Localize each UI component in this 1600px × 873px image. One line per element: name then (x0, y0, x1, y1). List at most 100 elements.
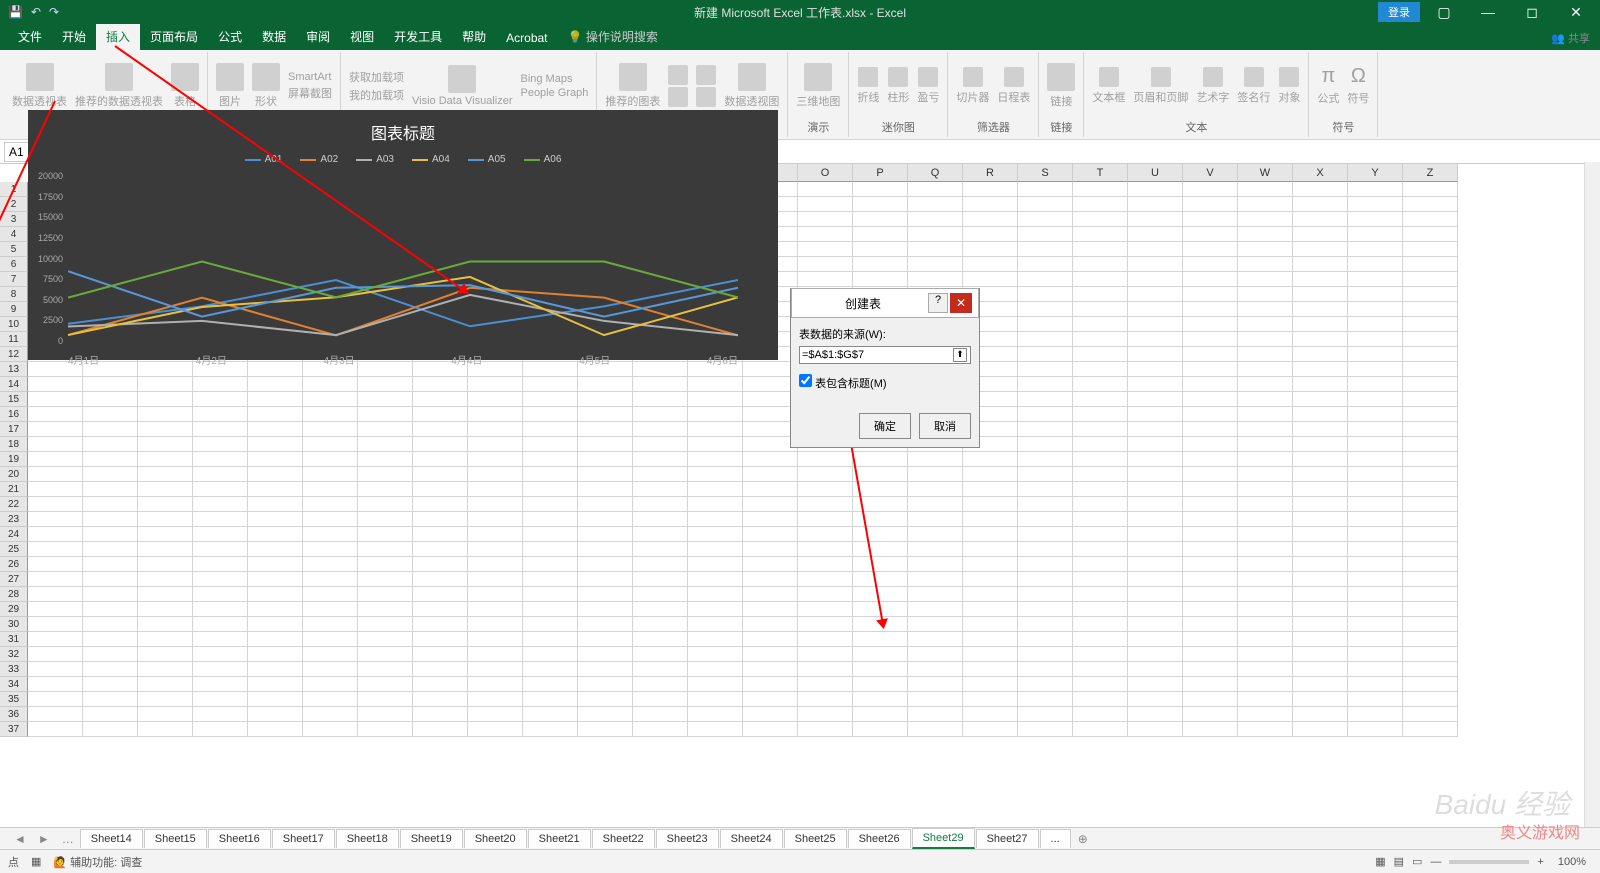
tab-file[interactable]: 文件 (8, 23, 52, 50)
cell[interactable] (1403, 242, 1458, 257)
cell[interactable] (1348, 257, 1403, 272)
cell[interactable] (1403, 602, 1458, 617)
cell[interactable] (523, 677, 578, 692)
cell[interactable] (83, 407, 138, 422)
cell[interactable] (138, 662, 193, 677)
cell[interactable] (358, 452, 413, 467)
cell[interactable] (523, 587, 578, 602)
cell[interactable] (358, 617, 413, 632)
cell[interactable] (1348, 587, 1403, 602)
cell[interactable] (1183, 452, 1238, 467)
cell[interactable] (413, 677, 468, 692)
cell[interactable] (963, 497, 1018, 512)
cell[interactable] (1238, 722, 1293, 737)
cell[interactable] (303, 707, 358, 722)
cell[interactable] (1238, 272, 1293, 287)
cell[interactable] (83, 647, 138, 662)
cell[interactable] (83, 392, 138, 407)
cell[interactable] (908, 182, 963, 197)
cell[interactable] (633, 617, 688, 632)
cell[interactable] (1073, 677, 1128, 692)
cell[interactable] (578, 527, 633, 542)
cell[interactable] (1073, 467, 1128, 482)
cell[interactable] (798, 542, 853, 557)
smartart-button[interactable]: SmartArt (288, 71, 331, 83)
tab-acrobat[interactable]: Acrobat (496, 26, 557, 50)
cell[interactable] (1018, 407, 1073, 422)
cell[interactable] (1403, 692, 1458, 707)
cell[interactable] (468, 467, 523, 482)
cell[interactable] (1293, 197, 1348, 212)
cell[interactable] (303, 377, 358, 392)
cell[interactable] (1018, 392, 1073, 407)
cell[interactable] (1073, 647, 1128, 662)
row-header[interactable]: 35 (0, 692, 28, 707)
cell[interactable] (468, 452, 523, 467)
cell[interactable] (798, 647, 853, 662)
cell[interactable] (908, 482, 963, 497)
sheet-tab[interactable]: Sheet24 (720, 829, 783, 848)
cell[interactable] (1403, 527, 1458, 542)
sheet-nav-prev-icon[interactable]: ◄ (8, 832, 32, 846)
cell[interactable] (193, 572, 248, 587)
cell[interactable] (633, 542, 688, 557)
embedded-chart[interactable]: 图表标题 A01A02A03A04A05A06 2000017500150001… (28, 110, 778, 360)
cell[interactable] (578, 452, 633, 467)
cell[interactable] (1348, 197, 1403, 212)
sheet-nav-next-icon[interactable]: ► (32, 832, 56, 846)
cell[interactable] (798, 722, 853, 737)
cell[interactable] (1293, 497, 1348, 512)
cell[interactable] (853, 452, 908, 467)
cell[interactable] (908, 557, 963, 572)
cell[interactable] (28, 707, 83, 722)
cell[interactable] (1073, 347, 1128, 362)
cell[interactable] (1293, 452, 1348, 467)
cell[interactable] (523, 407, 578, 422)
cell[interactable] (1348, 332, 1403, 347)
cell[interactable] (193, 512, 248, 527)
cell[interactable] (1183, 617, 1238, 632)
column-header[interactable]: Z (1403, 164, 1458, 182)
row-header[interactable]: 21 (0, 482, 28, 497)
cell[interactable] (1183, 587, 1238, 602)
cell[interactable] (83, 677, 138, 692)
row-header[interactable]: 8 (0, 287, 28, 302)
cell[interactable] (468, 497, 523, 512)
cell[interactable] (1348, 557, 1403, 572)
cell[interactable] (853, 587, 908, 602)
cell[interactable] (1238, 212, 1293, 227)
cell[interactable] (1403, 182, 1458, 197)
sheet-tab[interactable]: Sheet16 (208, 829, 271, 848)
cell[interactable] (798, 527, 853, 542)
cell[interactable] (743, 497, 798, 512)
cell[interactable] (248, 452, 303, 467)
cell[interactable] (1403, 647, 1458, 662)
cell[interactable] (853, 467, 908, 482)
cell[interactable] (1403, 287, 1458, 302)
cell[interactable] (303, 692, 358, 707)
cell[interactable] (798, 242, 853, 257)
cell[interactable] (1348, 542, 1403, 557)
cell[interactable] (578, 377, 633, 392)
cell[interactable] (138, 602, 193, 617)
cell[interactable] (1348, 677, 1403, 692)
cell[interactable] (1128, 257, 1183, 272)
cell[interactable] (798, 497, 853, 512)
cell[interactable] (248, 542, 303, 557)
row-header[interactable]: 17 (0, 422, 28, 437)
cell[interactable] (523, 437, 578, 452)
cell[interactable] (1128, 212, 1183, 227)
cell[interactable] (1293, 287, 1348, 302)
cell[interactable] (28, 437, 83, 452)
cell[interactable] (193, 377, 248, 392)
cell[interactable] (248, 467, 303, 482)
sheet-tab[interactable]: Sheet19 (400, 829, 463, 848)
cell[interactable] (138, 482, 193, 497)
cell[interactable] (1238, 587, 1293, 602)
cell[interactable] (1238, 302, 1293, 317)
cell[interactable] (853, 182, 908, 197)
row-header[interactable]: 18 (0, 437, 28, 452)
cell[interactable] (83, 557, 138, 572)
cell[interactable] (963, 212, 1018, 227)
cell[interactable] (908, 722, 963, 737)
